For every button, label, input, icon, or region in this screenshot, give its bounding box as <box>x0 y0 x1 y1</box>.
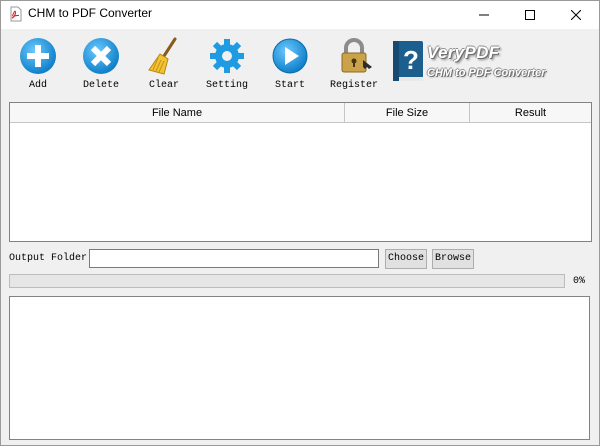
browse-button[interactable]: Browse <box>432 249 474 269</box>
setting-label: Setting <box>205 80 248 91</box>
column-header-file-size[interactable]: File Size <box>345 103 470 123</box>
delete-label: Delete <box>82 80 119 91</box>
minimize-icon <box>479 14 489 16</box>
title-bar: CHM to PDF Converter <box>1 1 599 29</box>
start-button[interactable]: Start <box>259 36 321 98</box>
clear-button[interactable]: Clear <box>133 36 195 98</box>
brand-logo: ? VeryPDF CHM to PDF Converter <box>391 37 591 97</box>
column-header-result[interactable]: Result <box>470 103 591 123</box>
padlock-icon <box>341 38 372 73</box>
minimize-button[interactable] <box>461 1 507 29</box>
setting-button[interactable]: Setting <box>196 36 258 98</box>
output-folder-label: Output Folder: <box>9 253 94 264</box>
register-label: Register <box>329 80 378 91</box>
help-book-icon: ? <box>393 41 423 81</box>
window-title: CHM to PDF Converter <box>28 6 153 20</box>
maximize-button[interactable] <box>507 1 553 29</box>
toolbar: Add Delete Clear Setting Start Register … <box>1 29 599 101</box>
pdf-app-icon <box>8 6 24 22</box>
progress-percent: 0% <box>573 276 586 287</box>
register-button[interactable]: Register <box>323 36 385 98</box>
app-window: CHM to PDF Converter Add Delete Clear Se… <box>0 0 600 446</box>
log-area[interactable] <box>9 296 590 440</box>
close-button[interactable] <box>553 1 599 29</box>
close-icon <box>571 10 581 20</box>
add-icon <box>20 38 56 74</box>
output-folder-input[interactable] <box>89 249 379 268</box>
clear-label: Clear <box>148 80 179 91</box>
column-header-file-name[interactable]: File Name <box>10 103 345 123</box>
play-icon <box>272 38 308 74</box>
maximize-icon <box>525 10 535 20</box>
brand-name: VeryPDF <box>427 43 500 62</box>
add-label: Add <box>28 80 47 91</box>
add-button[interactable]: Add <box>7 36 69 98</box>
progress-bar <box>9 274 565 288</box>
brand-product: CHM to PDF Converter <box>427 67 546 79</box>
delete-icon <box>83 38 119 74</box>
gear-icon <box>210 39 244 73</box>
broom-icon <box>148 37 177 75</box>
file-list[interactable]: File Name File Size Result <box>9 102 592 242</box>
choose-button[interactable]: Choose <box>385 249 427 269</box>
svg-text:?: ? <box>403 45 419 75</box>
delete-button[interactable]: Delete <box>70 36 132 98</box>
start-label: Start <box>274 80 305 91</box>
